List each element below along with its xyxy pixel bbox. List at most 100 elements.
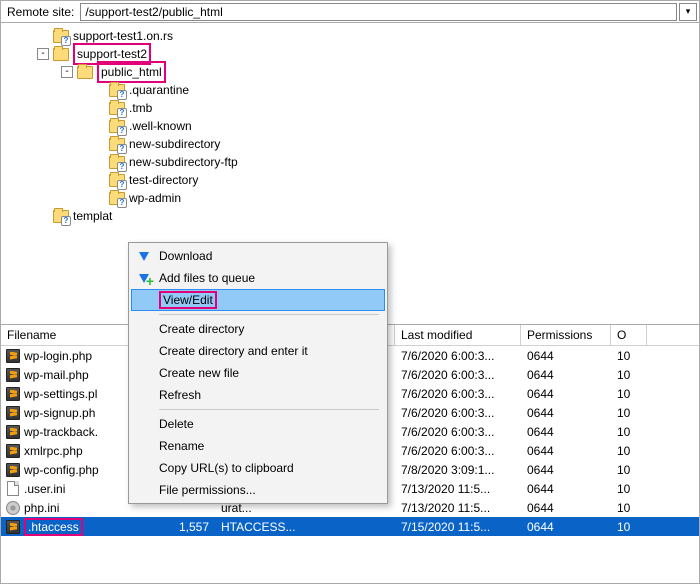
file-modified: 7/6/2020 6:00:3...	[395, 425, 521, 439]
file-modified: 7/13/2020 11:5...	[395, 501, 521, 515]
menu-download-label: Download	[159, 249, 212, 263]
add-queue-icon: +	[136, 270, 152, 286]
file-permissions: 0644	[521, 482, 611, 496]
tree-item[interactable]: ?wp-admin	[1, 189, 699, 207]
tree-item[interactable]: ?.quarantine	[1, 81, 699, 99]
file-icon	[5, 481, 21, 497]
tree-item-label: .well-known	[129, 117, 192, 135]
folder-icon: ?	[109, 172, 125, 188]
menu-refresh[interactable]: Refresh	[131, 384, 385, 406]
col-header-permissions[interactable]: Permissions	[521, 325, 611, 345]
tree-toggle	[37, 210, 49, 222]
file-permissions: 0644	[521, 368, 611, 382]
sublime-file-icon	[5, 367, 21, 383]
menu-separator	[159, 314, 379, 315]
tree-toggle	[93, 84, 105, 96]
file-name: .htaccess	[24, 518, 83, 536]
tree-item[interactable]: ?.tmb	[1, 99, 699, 117]
remote-site-bar: Remote site: ▾	[1, 1, 699, 23]
tree-item[interactable]: ?.well-known	[1, 117, 699, 135]
tree-item-label: .quarantine	[129, 81, 189, 99]
file-modified: 7/6/2020 6:00:3...	[395, 368, 521, 382]
file-modified: 7/15/2020 11:5...	[395, 520, 521, 534]
tree-item[interactable]: ?new-subdirectory-ftp	[1, 153, 699, 171]
sublime-file-icon	[5, 519, 21, 535]
file-row[interactable]: .htaccess1,557HTACCESS...7/15/2020 11:5.…	[1, 517, 699, 536]
tree-item[interactable]: ?templat	[1, 207, 699, 225]
file-name: wp-mail.php	[24, 368, 89, 382]
menu-add-to-queue[interactable]: + Add files to queue	[131, 267, 385, 289]
folder-icon: ?	[109, 190, 125, 206]
menu-view-edit[interactable]: View/Edit	[131, 289, 385, 311]
menu-rename-label: Rename	[159, 439, 204, 453]
tree-toggle[interactable]: -	[37, 48, 49, 60]
menu-view-edit-label: View/Edit	[159, 291, 217, 309]
file-modified: 7/6/2020 6:00:3...	[395, 406, 521, 420]
file-name: wp-trackback.	[24, 425, 98, 439]
menu-rename[interactable]: Rename	[131, 435, 385, 457]
file-name: wp-settings.pl	[24, 387, 97, 401]
col-header-last-modified[interactable]: Last modified	[395, 325, 521, 345]
file-modified: 7/6/2020 6:00:3...	[395, 444, 521, 458]
file-size: 1,557	[155, 520, 215, 534]
menu-refresh-label: Refresh	[159, 388, 201, 402]
menu-delete-label: Delete	[159, 417, 194, 431]
tree-toggle	[93, 174, 105, 186]
tree-toggle	[93, 120, 105, 132]
menu-file-permissions-label: File permissions...	[159, 483, 256, 497]
folder-icon: ?	[109, 82, 125, 98]
tree-toggle	[37, 30, 49, 42]
folder-icon: ?	[109, 154, 125, 170]
file-modified: 7/6/2020 6:00:3...	[395, 349, 521, 363]
menu-delete[interactable]: Delete	[131, 413, 385, 435]
menu-copy-url[interactable]: Copy URL(s) to clipboard	[131, 457, 385, 479]
menu-download[interactable]: Download	[131, 245, 385, 267]
file-owner: 10	[611, 482, 647, 496]
file-modified: 7/13/2020 11:5...	[395, 482, 521, 496]
tree-toggle[interactable]: -	[61, 66, 73, 78]
tree-item-label: wp-admin	[129, 189, 181, 207]
tree-toggle	[93, 156, 105, 168]
menu-create-new-file-label: Create new file	[159, 366, 239, 380]
file-permissions: 0644	[521, 387, 611, 401]
file-owner: 10	[611, 406, 647, 420]
folder-icon	[53, 46, 69, 62]
folder-icon: ?	[109, 136, 125, 152]
tree-toggle	[93, 192, 105, 204]
menu-create-directory-enter[interactable]: Create directory and enter it	[131, 340, 385, 362]
context-menu: Download + Add files to queue View/Edit …	[128, 242, 388, 504]
menu-create-directory[interactable]: Create directory	[131, 318, 385, 340]
menu-add-to-queue-label: Add files to queue	[159, 271, 255, 285]
file-permissions: 0644	[521, 425, 611, 439]
sublime-file-icon	[5, 348, 21, 364]
folder-icon: ?	[53, 28, 69, 44]
menu-file-permissions[interactable]: File permissions...	[131, 479, 385, 501]
tree-item-label: new-subdirectory-ftp	[129, 153, 238, 171]
gear-icon	[5, 500, 21, 516]
folder-icon: ?	[109, 118, 125, 134]
tree-item[interactable]: -public_html	[1, 63, 699, 81]
sublime-file-icon	[5, 405, 21, 421]
tree-item-label: .tmb	[129, 99, 152, 117]
tree-item[interactable]: ?test-directory	[1, 171, 699, 189]
file-permissions: 0644	[521, 501, 611, 515]
tree-item-label: templat	[73, 207, 112, 225]
file-owner: 10	[611, 387, 647, 401]
file-owner: 10	[611, 520, 647, 534]
menu-separator	[159, 409, 379, 410]
remote-path-input[interactable]	[80, 3, 677, 21]
file-name: wp-config.php	[24, 463, 99, 477]
file-owner: 10	[611, 501, 647, 515]
remote-path-dropdown[interactable]: ▾	[679, 3, 697, 21]
menu-create-new-file[interactable]: Create new file	[131, 362, 385, 384]
download-icon	[136, 248, 152, 264]
sublime-file-icon	[5, 462, 21, 478]
file-permissions: 0644	[521, 349, 611, 363]
col-header-owner[interactable]: O	[611, 325, 647, 345]
file-permissions: 0644	[521, 520, 611, 534]
tree-item[interactable]: ?new-subdirectory	[1, 135, 699, 153]
menu-copy-url-label: Copy URL(s) to clipboard	[159, 461, 294, 475]
file-owner: 10	[611, 349, 647, 363]
file-modified: 7/6/2020 6:00:3...	[395, 387, 521, 401]
file-name: php.ini	[24, 501, 59, 515]
